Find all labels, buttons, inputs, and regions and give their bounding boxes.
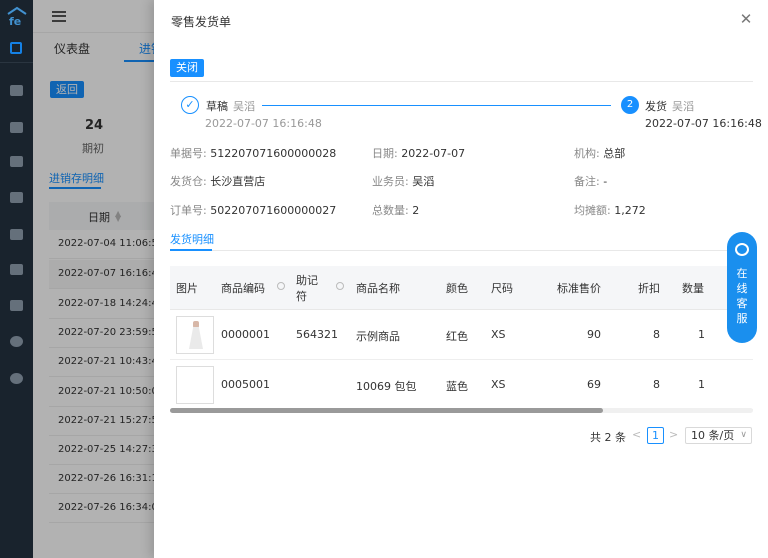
info-label: 单据号:: [170, 147, 207, 160]
service-char: 线: [736, 282, 748, 295]
info-label: 业务员:: [372, 175, 409, 188]
overlay-mask-sidebar[interactable]: [0, 0, 33, 558]
info-salesman: 业务员: 吴滔: [372, 173, 434, 189]
info-value: 512207071600000028: [210, 147, 337, 160]
cell-price: 90: [587, 328, 601, 341]
info-value: 2: [412, 204, 420, 217]
drawer-title: 零售发货单: [171, 15, 232, 29]
column-header-discount: 折扣: [638, 282, 660, 295]
info-label: 总数量:: [372, 204, 409, 217]
pagination-prev-icon[interactable]: <: [632, 428, 641, 441]
cell-code: 0005001: [221, 378, 270, 391]
step-ship-title: 发货: [645, 100, 667, 113]
cell-discount: 8: [653, 378, 660, 391]
cell-color: 红色: [446, 330, 468, 343]
overlay-mask[interactable]: [33, 0, 154, 558]
cell-price: 69: [587, 378, 601, 391]
info-warehouse: 发货仓: 长沙直营店: [170, 173, 265, 189]
step-ship-user: 吴滔: [672, 100, 694, 113]
info-order-no: 订单号: 502207071600000027: [170, 202, 336, 218]
info-label: 备注:: [574, 175, 600, 188]
info-doc-no: 单据号: 512207071600000028: [170, 145, 336, 161]
product-thumbnail[interactable]: [176, 316, 214, 354]
tab-shipment-detail[interactable]: 发货明细: [170, 231, 214, 247]
service-char: 客: [736, 297, 748, 310]
shipment-drawer: 零售发货单 ✕ 关闭 ✓ 草稿 吴滔 2022-07-07 16:16:48 2…: [154, 0, 768, 558]
info-remark: 备注: -: [574, 173, 607, 189]
info-date: 日期: 2022-07-07: [372, 145, 465, 161]
column-header-size: 尺码: [491, 282, 513, 295]
cell-mnemonic: 564321: [296, 328, 338, 341]
cell-size: XS: [491, 328, 506, 341]
step-draft-title: 草稿: [206, 100, 228, 113]
step-number-icon: 2: [621, 96, 639, 114]
pagination-next-icon[interactable]: >: [669, 428, 678, 441]
cell-qty: 1: [698, 328, 705, 341]
cell-color: 蓝色: [446, 380, 468, 393]
chat-icon: [735, 243, 749, 256]
search-icon[interactable]: [336, 282, 344, 290]
step-connector: [262, 105, 611, 106]
column-header-price: 标准售价: [557, 282, 601, 295]
cell-code: 0000001: [221, 328, 270, 341]
info-label: 均摊额:: [574, 204, 611, 217]
online-service-label: 在 线 客 服: [727, 266, 757, 326]
search-icon[interactable]: [277, 282, 285, 290]
cell-size: XS: [491, 378, 506, 391]
info-value: 吴滔: [412, 175, 435, 188]
pagination-total: 共 2 条: [590, 431, 626, 444]
header-divider: [170, 81, 753, 82]
dress-image-icon: [189, 321, 203, 351]
info-label: 发货仓:: [170, 175, 207, 188]
info-value: 1,272: [614, 204, 646, 217]
table-row[interactable]: 0000001 564321 示例商品 红色 XS 90 8 1: [170, 310, 753, 360]
horizontal-scrollbar[interactable]: [170, 408, 753, 413]
scrollbar-thumb[interactable]: [170, 408, 603, 413]
cell-discount: 8: [653, 328, 660, 341]
info-avg-amount: 均摊额: 1,272: [574, 202, 646, 218]
close-button[interactable]: 关闭: [170, 59, 204, 77]
page-size-select[interactable]: 10 条/页 ∨: [685, 427, 752, 444]
detail-tab-indicator: [170, 249, 212, 251]
service-char: 在: [736, 267, 748, 280]
info-org: 机构: 总部: [574, 145, 625, 161]
info-total-qty: 总数量: 2: [372, 202, 419, 218]
column-header-color: 颜色: [446, 282, 468, 295]
info-value: -: [603, 175, 608, 188]
info-value: 长沙直营店: [210, 175, 266, 188]
step-draft-time: 2022-07-07 16:16:48: [205, 117, 322, 130]
step-ship-time: 2022-07-07 16:16:48: [645, 117, 762, 130]
detail-table-header: 图片 商品编码 助记 符 商品名称 颜色 尺码 标准售价 折扣 数量: [170, 266, 753, 310]
info-value: 502207071600000027: [210, 204, 337, 217]
column-header-qty: 数量: [682, 282, 704, 295]
online-service-button[interactable]: 在 线 客 服: [727, 232, 757, 343]
page-size-value: 10 条/页: [691, 429, 735, 442]
pagination-page-1[interactable]: 1: [647, 427, 664, 444]
chevron-down-icon: ∨: [740, 430, 747, 440]
column-header-mnemonic-line2: 符: [296, 290, 307, 303]
cell-name: 10069 包包: [356, 380, 417, 393]
table-row[interactable]: 0005001 10069 包包 蓝色 XS 69 8 1: [170, 360, 753, 410]
info-label: 订单号:: [170, 204, 207, 217]
cell-qty: 1: [698, 378, 705, 391]
column-header-image: 图片: [176, 282, 198, 295]
step-draft-user: 吴滔: [233, 100, 255, 113]
product-thumbnail[interactable]: [176, 366, 214, 404]
column-header-name: 商品名称: [356, 282, 400, 295]
cell-name: 示例商品: [356, 330, 400, 343]
info-value: 总部: [603, 147, 626, 160]
info-label: 日期:: [372, 147, 398, 160]
close-icon[interactable]: ✕: [739, 12, 753, 27]
service-char: 服: [736, 312, 748, 325]
check-icon: ✓: [181, 96, 199, 114]
info-label: 机构:: [574, 147, 600, 160]
column-header-code: 商品编码: [221, 282, 265, 295]
info-value: 2022-07-07: [401, 147, 466, 160]
detail-tab-divider: [170, 250, 753, 251]
column-header-mnemonic: 助记: [296, 274, 318, 287]
